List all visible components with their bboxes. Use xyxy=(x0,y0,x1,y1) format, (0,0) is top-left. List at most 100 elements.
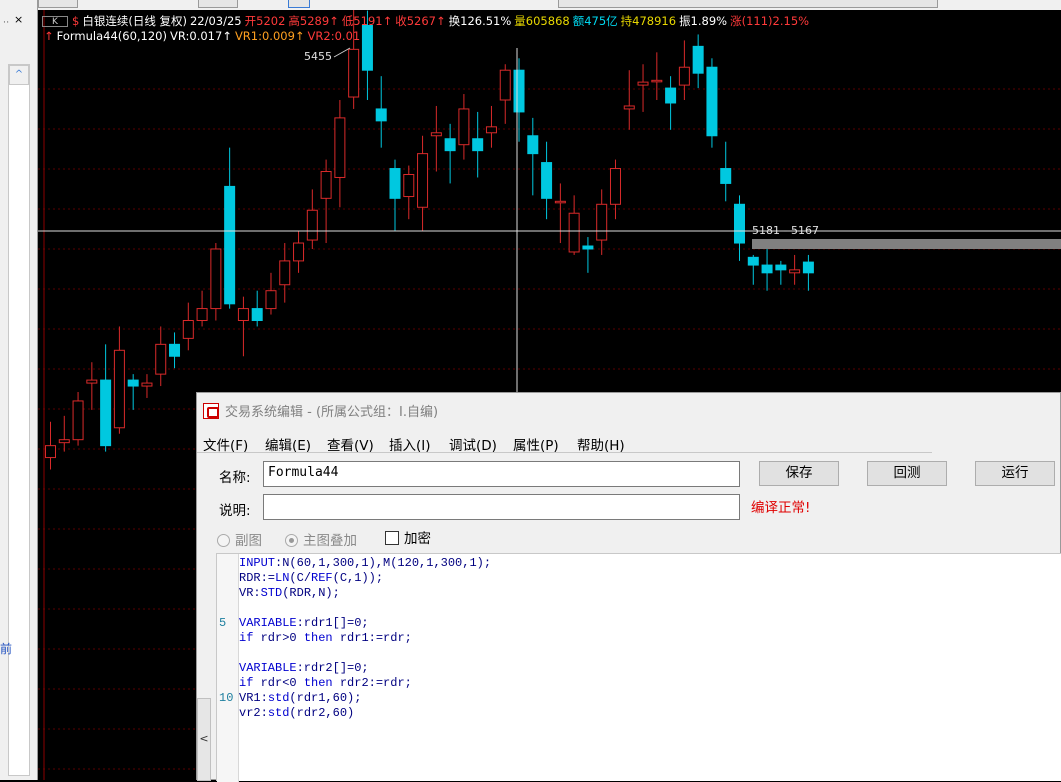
top-tab-bar xyxy=(38,0,1061,10)
indicator-field-0: ↑ xyxy=(44,29,54,43)
candle xyxy=(113,326,125,434)
candle xyxy=(251,290,263,327)
candle xyxy=(458,94,470,160)
menu-insert[interactable]: 插入(I) xyxy=(389,434,431,454)
candle xyxy=(389,159,401,232)
menu-bar: 文件(F) 编辑(E) 查看(V) 插入(I) 调试(D) 属性(P) 帮助(H… xyxy=(197,431,932,454)
collapse-panel-button[interactable]: < xyxy=(197,698,211,781)
description-label: 说明: xyxy=(219,503,251,519)
candle xyxy=(237,296,249,357)
checkbox-box[interactable] xyxy=(385,531,399,545)
indicator-field-2: VR:0.017↑ xyxy=(170,29,232,43)
candle xyxy=(58,415,70,452)
app-icon xyxy=(203,403,219,419)
quote-field-1: 白银连续(日线 复权) xyxy=(82,14,187,28)
line-number: 5 xyxy=(219,616,227,630)
candle xyxy=(499,64,511,124)
candle xyxy=(45,421,56,470)
candle xyxy=(651,52,663,100)
quote-field-6: 收5267↑ xyxy=(395,14,446,28)
quote-field-4: 高5289↑ xyxy=(288,14,339,28)
menu-help[interactable]: 帮助(H) xyxy=(577,434,625,454)
price-range-tag: 5181 - 5167 xyxy=(752,224,819,237)
candle xyxy=(720,141,732,202)
top-tab[interactable] xyxy=(38,0,78,8)
close-icon[interactable]: × xyxy=(14,13,23,26)
candle xyxy=(127,374,139,410)
menu-properties[interactable]: 属性(P) xyxy=(513,434,559,454)
candle xyxy=(568,195,580,255)
code-line: if rdr>0 then rdr1:=rdr; xyxy=(239,631,412,645)
quote-field-12: 涨(111)2.15% xyxy=(730,14,810,28)
radio-main-overlay[interactable]: 主图叠加 xyxy=(285,529,357,549)
quote-field-3: 开5202 xyxy=(244,14,286,28)
encrypt-checkbox[interactable]: 加密 xyxy=(385,527,431,547)
radio-circle[interactable] xyxy=(217,534,230,547)
candle xyxy=(734,195,745,261)
radio-circle-selected[interactable] xyxy=(285,534,298,547)
price-range-bar xyxy=(752,239,1061,249)
top-tab-active[interactable] xyxy=(288,0,310,8)
candle xyxy=(417,135,429,232)
quote-field-11: 振1.89% xyxy=(679,14,728,28)
candle xyxy=(334,100,346,208)
candle xyxy=(665,76,677,130)
code-line: VARIABLE:rdr2[]=0; xyxy=(239,661,369,675)
description-input[interactable] xyxy=(263,494,740,520)
code-line: RDR:=LN(C/REF(C,1)); xyxy=(239,571,384,585)
candle xyxy=(596,189,608,255)
candle xyxy=(169,332,181,369)
quote-field-9: 额475亿 xyxy=(572,14,618,28)
editor-title: 交易系统编辑 - (所属公式组：I.自编) xyxy=(225,405,439,420)
line-number-gutter: 5 10 xyxy=(217,554,239,782)
menu-view[interactable]: 查看(V) xyxy=(327,434,374,454)
backtest-button[interactable]: 回测 xyxy=(867,461,947,486)
candle xyxy=(637,64,649,112)
name-input[interactable]: Formula44 xyxy=(263,461,740,487)
menu-edit[interactable]: 编辑(E) xyxy=(265,434,311,454)
radio-sub-chart[interactable]: 副图 xyxy=(217,529,262,549)
k-period-button[interactable]: K xyxy=(42,16,68,27)
candle xyxy=(472,111,484,178)
candle xyxy=(761,248,773,291)
quote-field-7: 换126.51% xyxy=(448,14,512,28)
top-tab[interactable] xyxy=(198,0,238,8)
candle xyxy=(802,254,814,291)
candle xyxy=(196,290,208,327)
code-line: VR:STD(RDR,N); xyxy=(239,586,340,600)
left-panel: ᆢ × ^ 前 xyxy=(0,0,38,780)
candle xyxy=(224,147,236,309)
candle xyxy=(747,254,759,285)
line-number: 10 xyxy=(219,691,234,705)
formula-editor-window[interactable]: 交易系统编辑 - (所属公式组：I.自编) 文件(F) 编辑(E) 查看(V) … xyxy=(196,392,1061,782)
indicator-field-1: Formula44(60,120) xyxy=(56,29,167,43)
code-line: INPUT:N(60,1,300,1),M(120,1,300,1); xyxy=(239,556,492,570)
candle xyxy=(623,70,635,130)
candle xyxy=(775,260,787,285)
menu-file[interactable]: 文件(F) xyxy=(203,434,248,454)
candle xyxy=(279,243,291,303)
candle xyxy=(100,344,112,452)
quote-field-2: 22/03/25 xyxy=(189,14,242,28)
run-button[interactable]: 运行 xyxy=(975,461,1055,486)
candle xyxy=(678,40,690,100)
candle xyxy=(210,243,222,321)
candle xyxy=(265,272,277,315)
quote-field-8: 量605868 xyxy=(514,14,570,28)
compile-status: 编译正常! xyxy=(751,500,811,516)
candle xyxy=(182,302,194,351)
quote-field-5: 低5191↑ xyxy=(341,14,393,28)
scroll-up-icon[interactable]: ^ xyxy=(9,65,29,85)
save-button[interactable]: 保存 xyxy=(759,461,839,486)
code-editor[interactable]: 5 10 INPUT:N(60,1,300,1),M(120,1,300,1); R… xyxy=(216,553,1061,782)
candle xyxy=(306,189,318,249)
menu-debug[interactable]: 调试(D) xyxy=(449,434,497,454)
code-line: if rdr<0 then rdr2:=rdr; xyxy=(239,676,412,690)
left-scrollbar[interactable] xyxy=(8,64,30,776)
top-tab[interactable] xyxy=(558,0,938,8)
candle xyxy=(155,326,167,387)
peak-price-label: 5455 xyxy=(304,50,332,63)
quote-header: K $ 白银连续(日线 复权) 22/03/25 开5202 高5289↑ 低5191↑ 收5… xyxy=(42,13,812,28)
quote-field-0: $ xyxy=(72,14,80,28)
pin-icon[interactable]: ᆢ xyxy=(1,14,11,30)
